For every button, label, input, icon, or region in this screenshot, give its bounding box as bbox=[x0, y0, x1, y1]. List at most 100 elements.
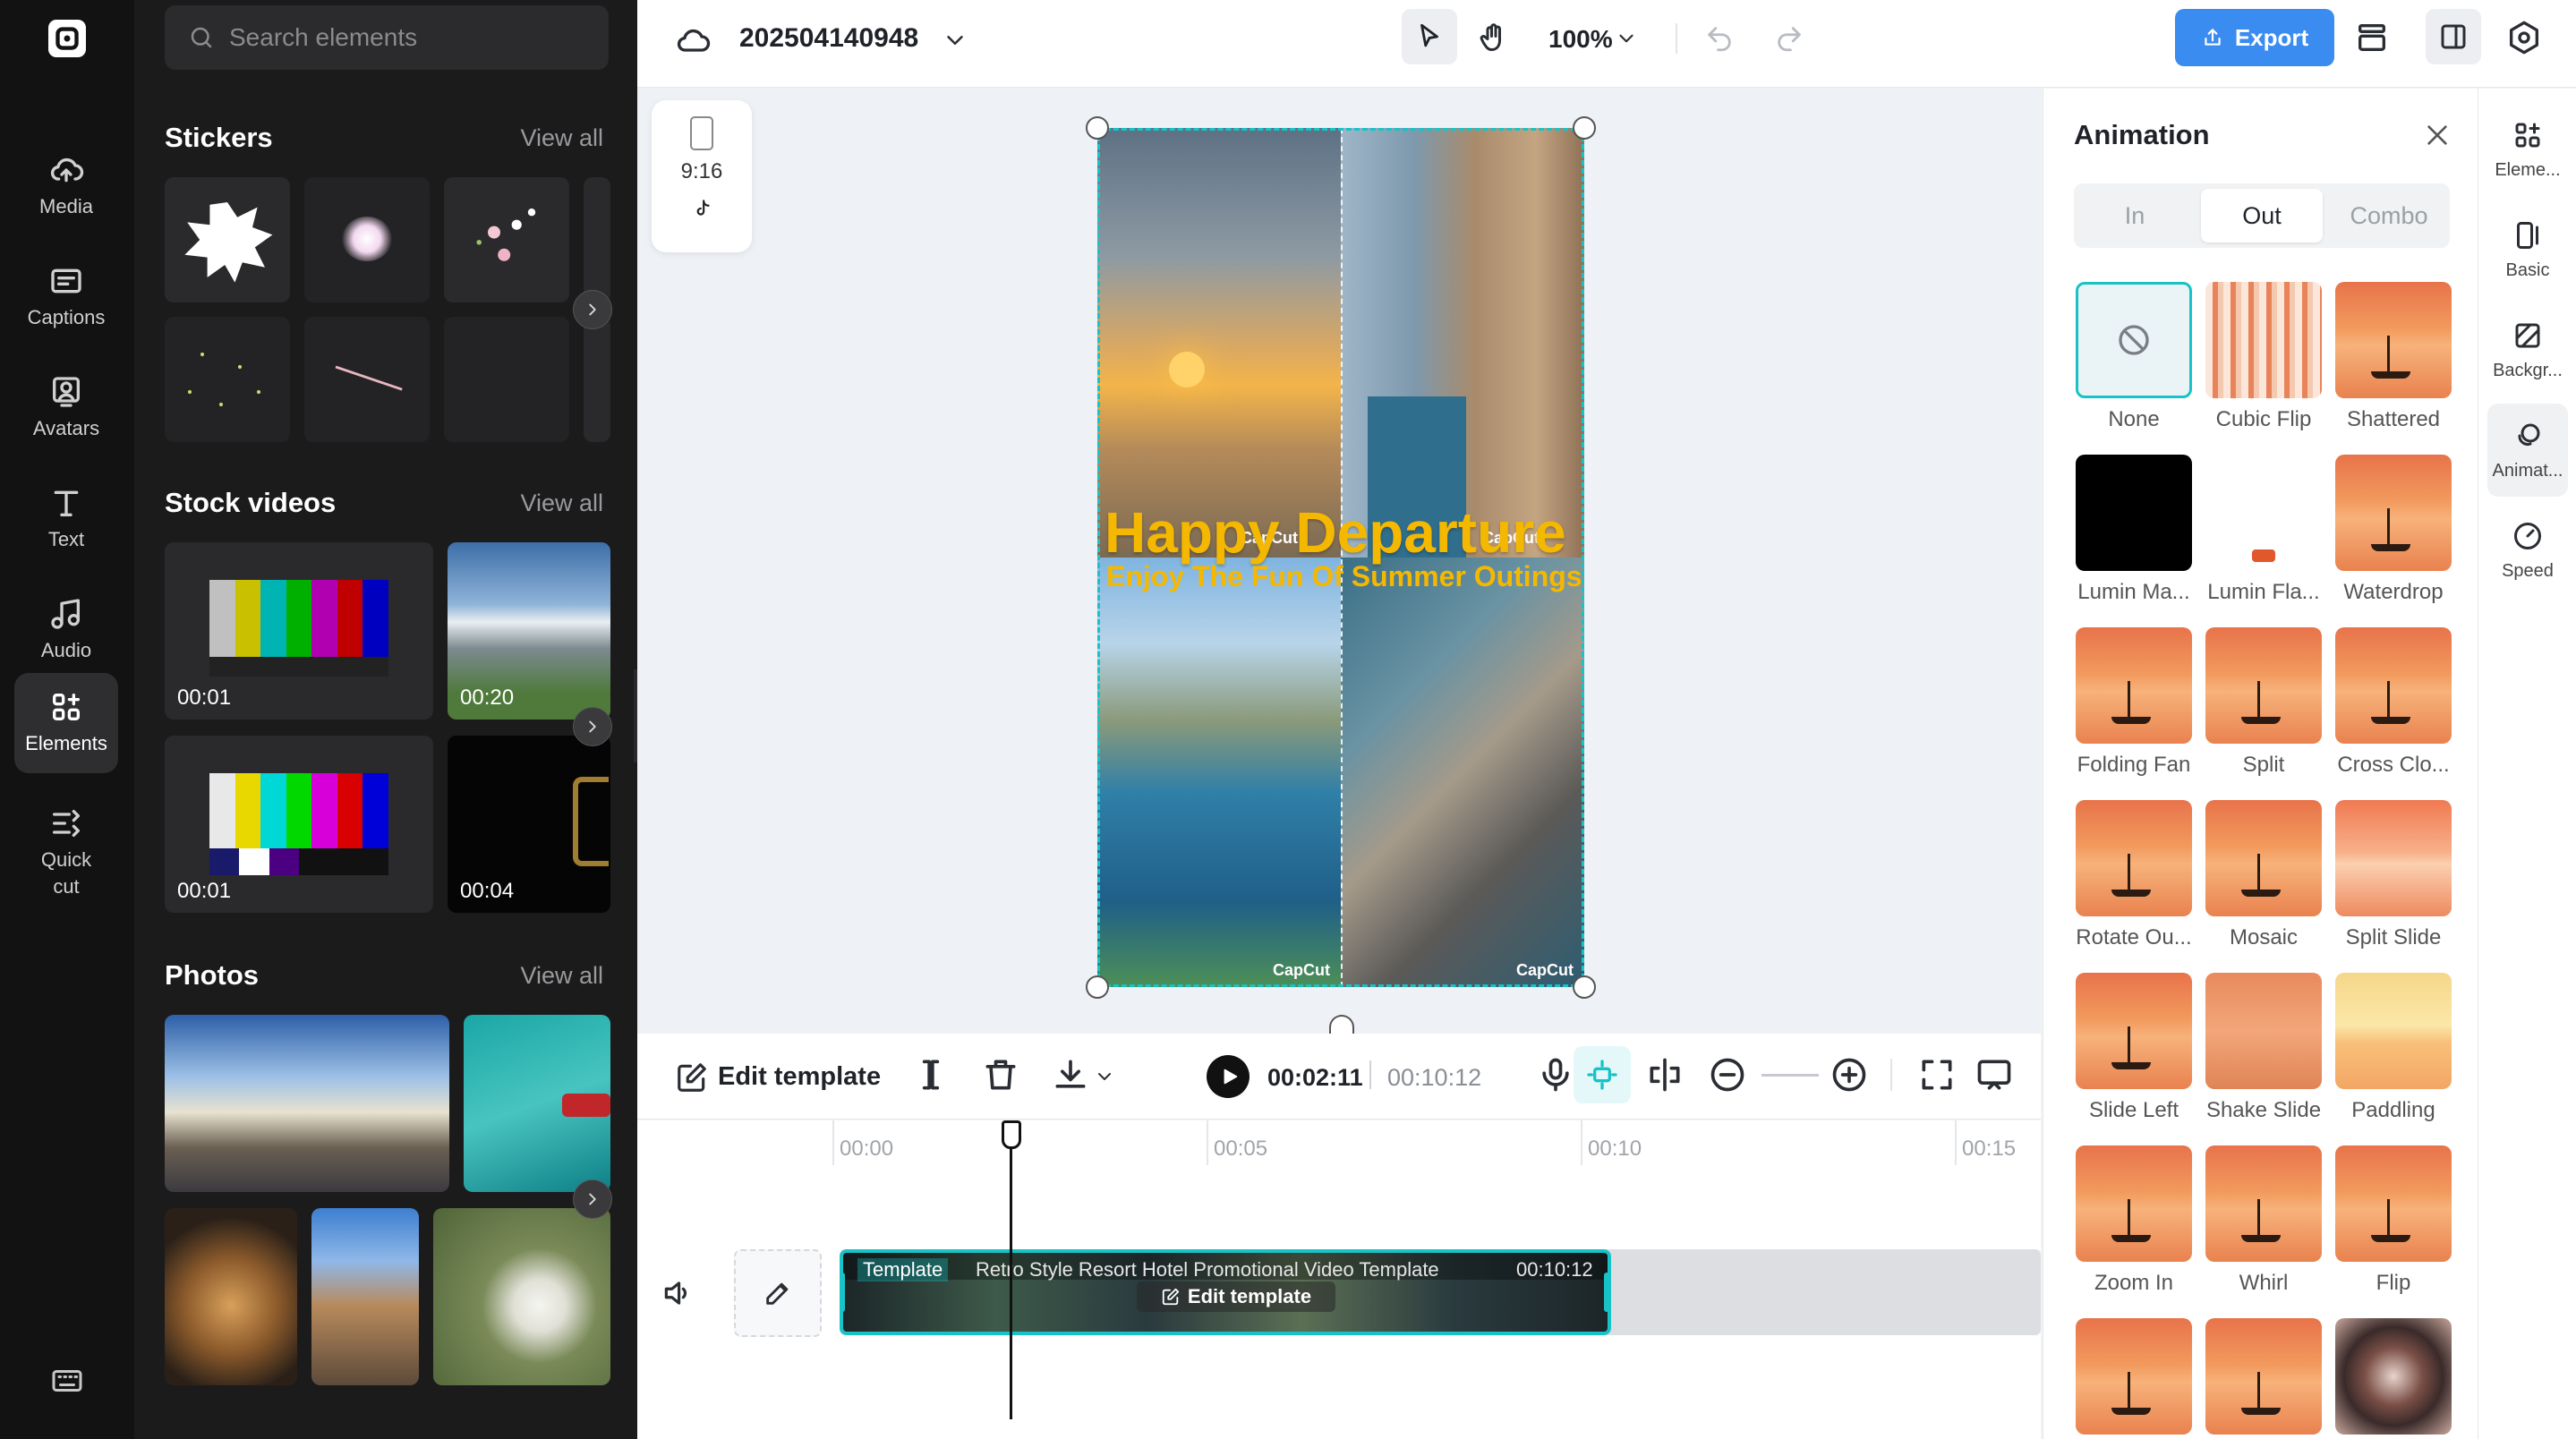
keyboard-shortcuts-icon[interactable] bbox=[49, 1365, 85, 1397]
photo-tacos[interactable] bbox=[165, 1208, 297, 1385]
anim-whirl[interactable]: Whirl bbox=[2205, 1145, 2322, 1296]
sticker-butterfly[interactable] bbox=[304, 177, 430, 302]
timeline-zoom-slider[interactable] bbox=[1761, 1074, 1819, 1077]
tab-in[interactable]: In bbox=[2074, 183, 2196, 248]
play-button[interactable] bbox=[1207, 1055, 1250, 1098]
anim-cross-close[interactable]: Cross Clo... bbox=[2335, 627, 2452, 778]
export-button[interactable]: Export bbox=[2175, 9, 2334, 66]
track-cover-button[interactable] bbox=[734, 1249, 822, 1337]
anim-lumin-mask[interactable]: Lumin Ma... bbox=[2076, 455, 2192, 605]
anim-slide-left[interactable]: Slide Left bbox=[2076, 973, 2192, 1123]
sticker-burst[interactable] bbox=[165, 177, 290, 302]
fullscreen-icon[interactable] bbox=[1917, 1055, 1957, 1094]
anim-rotate-out[interactable]: Rotate Ou... bbox=[2076, 800, 2192, 950]
anim-item-21[interactable] bbox=[2335, 1318, 2452, 1435]
cloud-sync-icon[interactable] bbox=[675, 23, 711, 59]
rightnav-background[interactable]: Backgr... bbox=[2487, 303, 2568, 396]
photos-view-all-link[interactable]: View all bbox=[520, 962, 603, 990]
photos-next-button[interactable] bbox=[573, 1179, 612, 1219]
clip-edit-template-button[interactable]: Edit template bbox=[1137, 1281, 1335, 1312]
anim-item-19[interactable] bbox=[2076, 1318, 2192, 1435]
anim-none[interactable]: None bbox=[2076, 282, 2192, 432]
anim-item-20[interactable] bbox=[2205, 1318, 2322, 1435]
resize-handle-bottom-left[interactable] bbox=[1086, 975, 1109, 999]
tab-out[interactable]: Out bbox=[2201, 189, 2323, 243]
anim-paddling[interactable]: Paddling bbox=[2335, 973, 2452, 1123]
tab-combo[interactable]: Combo bbox=[2328, 183, 2450, 248]
search-elements-input[interactable]: Search elements bbox=[165, 5, 609, 70]
anim-cubic-flip[interactable]: Cubic Flip bbox=[2205, 282, 2322, 432]
zoom-level[interactable]: 100% bbox=[1548, 25, 1613, 54]
anim-lumin-flash[interactable]: Lumin Fla... bbox=[2205, 455, 2322, 605]
magnet-toggle[interactable] bbox=[1574, 1046, 1631, 1103]
stock-video-color-bars[interactable]: 00:01 bbox=[165, 542, 433, 720]
download-icon[interactable] bbox=[1051, 1055, 1090, 1094]
resize-handle-top-left[interactable] bbox=[1086, 116, 1109, 140]
stock-video-mountains[interactable]: 00:20 bbox=[448, 542, 610, 720]
nav-captions[interactable]: Captions bbox=[14, 247, 118, 347]
photo-white-dog[interactable] bbox=[433, 1208, 610, 1385]
sticker-partial-2[interactable] bbox=[584, 317, 610, 442]
nav-audio[interactable]: Audio bbox=[14, 580, 118, 680]
sticker-blank[interactable] bbox=[444, 317, 569, 442]
rightnav-elements[interactable]: Eleme... bbox=[2487, 103, 2568, 196]
edit-template-button[interactable]: Edit template bbox=[718, 1062, 881, 1092]
zoom-chevron-down-icon[interactable] bbox=[1615, 27, 1638, 50]
stock-videos-next-button[interactable] bbox=[573, 707, 612, 746]
undo-icon[interactable] bbox=[1704, 23, 1735, 54]
anim-mosaic[interactable]: Mosaic bbox=[2205, 800, 2322, 950]
anim-shake-slide[interactable]: Shake Slide bbox=[2205, 973, 2322, 1123]
capcut-logo-icon[interactable] bbox=[48, 20, 86, 57]
stock-video-sparkle-number[interactable]: 00:04 bbox=[448, 736, 610, 913]
anim-split-slide[interactable]: Split Slide bbox=[2335, 800, 2452, 950]
clip-trim-handle-left[interactable] bbox=[840, 1273, 845, 1312]
playhead-handle[interactable] bbox=[1002, 1120, 1021, 1149]
edit-template-icon[interactable] bbox=[675, 1060, 709, 1094]
anim-flip[interactable]: Flip bbox=[2335, 1145, 2452, 1296]
sticker-shooting-star[interactable] bbox=[304, 317, 430, 442]
photo-old-street[interactable] bbox=[311, 1208, 419, 1385]
stock-video-color-bars-2[interactable]: 00:01 bbox=[165, 736, 433, 913]
nav-quick-cut[interactable]: Quick cut bbox=[14, 795, 118, 911]
track-volume-icon[interactable] bbox=[661, 1276, 695, 1310]
nav-text[interactable]: Text bbox=[14, 469, 118, 569]
project-name[interactable]: 202504140948 bbox=[739, 23, 918, 54]
photo-city-skyline[interactable] bbox=[165, 1015, 449, 1192]
nav-elements[interactable]: Elements bbox=[14, 673, 118, 773]
sticker-flowers[interactable] bbox=[444, 177, 569, 302]
template-clip[interactable]: Template Retro Style Resort Hotel Promot… bbox=[840, 1249, 1611, 1335]
anim-folding-fan[interactable]: Folding Fan bbox=[2076, 627, 2192, 778]
resize-handle-top-right[interactable] bbox=[1573, 116, 1596, 140]
stock-videos-view-all-link[interactable]: View all bbox=[520, 490, 603, 517]
sticker-sparkles[interactable] bbox=[165, 317, 290, 442]
stickers-view-all-link[interactable]: View all bbox=[520, 124, 603, 152]
split-clip-icon[interactable] bbox=[1645, 1055, 1685, 1094]
rightnav-basic[interactable]: Basic bbox=[2487, 203, 2568, 296]
anim-zoom-in[interactable]: Zoom In bbox=[2076, 1145, 2192, 1296]
photo-turquoise-sea[interactable] bbox=[464, 1015, 610, 1192]
anim-waterdrop[interactable]: Waterdrop bbox=[2335, 455, 2452, 605]
close-icon[interactable] bbox=[2423, 121, 2452, 149]
playhead[interactable] bbox=[1010, 1120, 1012, 1419]
settings-icon[interactable] bbox=[2506, 20, 2542, 55]
chevron-down-icon[interactable] bbox=[942, 27, 968, 54]
layout-toggle-button[interactable] bbox=[2426, 9, 2481, 64]
layers-icon[interactable] bbox=[2354, 20, 2390, 55]
clip-trim-handle-right[interactable] bbox=[1604, 1273, 1609, 1312]
microphone-icon[interactable] bbox=[1536, 1055, 1575, 1094]
zoom-out-icon[interactable] bbox=[1708, 1055, 1747, 1094]
split-cursor-icon[interactable] bbox=[911, 1055, 951, 1094]
rightnav-animation[interactable]: Animat... bbox=[2487, 404, 2568, 497]
select-tool-button[interactable] bbox=[1402, 9, 1457, 64]
download-chevron-down-icon[interactable] bbox=[1094, 1066, 1115, 1087]
hand-tool-icon[interactable] bbox=[1477, 21, 1509, 54]
zoom-in-icon[interactable] bbox=[1830, 1055, 1869, 1094]
aspect-ratio-button[interactable]: 9:16 bbox=[652, 100, 752, 252]
sticker-partial[interactable] bbox=[584, 177, 610, 302]
resize-handle-bottom-right[interactable] bbox=[1573, 975, 1596, 999]
anim-split[interactable]: Split bbox=[2205, 627, 2322, 778]
nav-media[interactable]: Media bbox=[14, 136, 118, 236]
rightnav-speed[interactable]: Speed bbox=[2487, 504, 2568, 597]
anim-shattered[interactable]: Shattered bbox=[2335, 282, 2452, 432]
nav-avatars[interactable]: Avatars bbox=[14, 358, 118, 458]
